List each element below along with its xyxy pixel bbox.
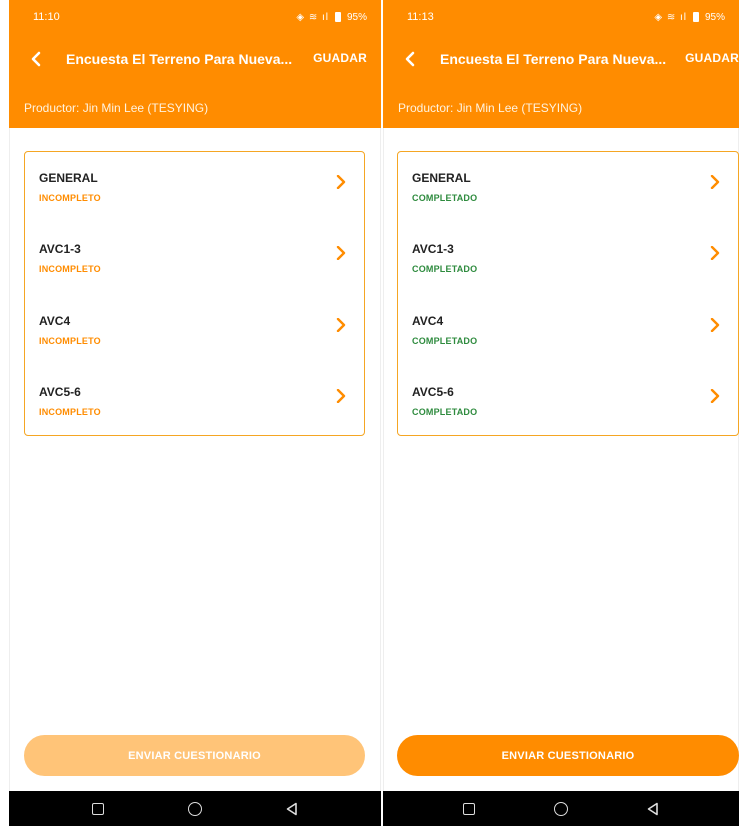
section-name: AVC1-3 <box>412 242 454 256</box>
chevron-right-icon <box>336 389 346 403</box>
phone-screen-right: 11:13 ◈ ≋ ıl 95% Encuesta El Terreno Par… <box>383 0 739 826</box>
circle-icon <box>187 801 202 816</box>
chevron-right-icon <box>710 246 720 260</box>
producer-label: Productor: Jin Min Lee (TESYING) <box>24 101 209 115</box>
status-time: 11:13 <box>407 11 434 23</box>
system-nav-bar <box>383 791 739 826</box>
submit-questionnaire-button[interactable]: ENVIAR CUESTIONARIO <box>24 735 365 776</box>
section-row-avc4[interactable]: AVC4 INCOMPLETO <box>25 314 364 370</box>
chevron-right-icon <box>710 389 720 403</box>
app-bar: Encuesta El Terreno Para Nueva... GUADAR… <box>383 34 739 128</box>
back-button[interactable] <box>25 48 47 70</box>
chevron-right-icon <box>336 175 346 189</box>
battery-icon <box>334 12 341 22</box>
battery-level: 95% <box>346 11 367 23</box>
chevron-right-icon <box>710 175 720 189</box>
chevron-left-icon <box>31 51 41 67</box>
producer-label: Productor: Jin Min Lee (TESYING) <box>398 101 583 115</box>
section-status: INCOMPLETO <box>39 264 101 274</box>
section-status: INCOMPLETO <box>39 336 101 346</box>
section-status: COMPLETADO <box>412 193 478 203</box>
section-name: AVC5-6 <box>39 385 81 399</box>
status-time: 11:10 <box>33 11 60 23</box>
section-row-avc5-6[interactable]: AVC5-6 COMPLETADO <box>398 385 738 441</box>
app-bar: Encuesta El Terreno Para Nueva... GUADAR… <box>9 34 381 128</box>
home-button[interactable] <box>186 800 204 818</box>
signal-wifi-icon: ◈ ≋ ıl <box>654 11 687 23</box>
sections-card: GENERAL COMPLETADO AVC1-3 COMPLETADO AVC… <box>397 151 739 436</box>
sections-card: GENERAL INCOMPLETO AVC1-3 INCOMPLETO AVC… <box>24 151 365 436</box>
status-icons: ◈ ≋ ıl 95% <box>296 12 367 23</box>
page-title: Encuesta El Terreno Para Nueva... <box>66 51 293 67</box>
section-name: AVC1-3 <box>39 242 81 256</box>
triangle-back-icon <box>647 802 658 815</box>
status-icons: ◈ ≋ ıl 95% <box>654 12 725 23</box>
page-title: Encuesta El Terreno Para Nueva... <box>440 51 667 67</box>
battery-level: 95% <box>704 11 725 23</box>
section-status: INCOMPLETO <box>39 407 101 417</box>
save-button[interactable]: GUADAR <box>685 51 739 65</box>
triangle-back-icon <box>287 802 298 815</box>
chevron-right-icon <box>336 246 346 260</box>
section-name: GENERAL <box>39 171 98 185</box>
section-row-avc4[interactable]: AVC4 COMPLETADO <box>398 314 738 370</box>
section-row-avc5-6[interactable]: AVC5-6 INCOMPLETO <box>25 385 364 441</box>
battery-icon <box>692 12 699 22</box>
square-icon <box>91 802 104 815</box>
back-button[interactable] <box>399 48 421 70</box>
circle-icon <box>554 801 568 816</box>
section-name: GENERAL <box>412 171 471 185</box>
chevron-right-icon <box>336 318 346 332</box>
section-status: COMPLETADO <box>412 264 478 274</box>
section-name: AVC5-6 <box>412 385 454 399</box>
section-status: COMPLETADO <box>412 407 478 417</box>
section-row-avc1-3[interactable]: AVC1-3 INCOMPLETO <box>25 242 364 298</box>
section-row-general[interactable]: GENERAL INCOMPLETO <box>25 171 364 227</box>
section-row-avc1-3[interactable]: AVC1-3 COMPLETADO <box>398 242 738 298</box>
section-name: AVC4 <box>412 314 444 328</box>
signal-wifi-icon: ◈ ≋ ıl <box>296 11 329 23</box>
system-nav-bar <box>9 791 381 826</box>
section-row-general[interactable]: GENERAL COMPLETADO <box>398 171 738 227</box>
status-bar: 11:10 ◈ ≋ ıl 95% <box>9 0 381 34</box>
status-bar: 11:13 ◈ ≋ ıl 95% <box>383 0 739 34</box>
square-icon <box>463 802 475 815</box>
section-name: AVC4 <box>39 314 71 328</box>
section-status: INCOMPLETO <box>39 193 101 203</box>
chevron-left-icon <box>405 51 415 67</box>
recents-button[interactable] <box>460 800 478 818</box>
system-back-button[interactable] <box>644 800 662 818</box>
recents-button[interactable] <box>89 800 107 818</box>
chevron-right-icon <box>710 318 720 332</box>
submit-questionnaire-button[interactable]: ENVIAR CUESTIONARIO <box>397 735 739 776</box>
phone-screen-left: 11:10 ◈ ≋ ıl 95% Encuesta El Terreno Par… <box>9 0 381 826</box>
save-button[interactable]: GUADAR <box>313 51 367 65</box>
system-back-button[interactable] <box>283 800 301 818</box>
section-status: COMPLETADO <box>412 336 478 346</box>
home-button[interactable] <box>552 800 570 818</box>
